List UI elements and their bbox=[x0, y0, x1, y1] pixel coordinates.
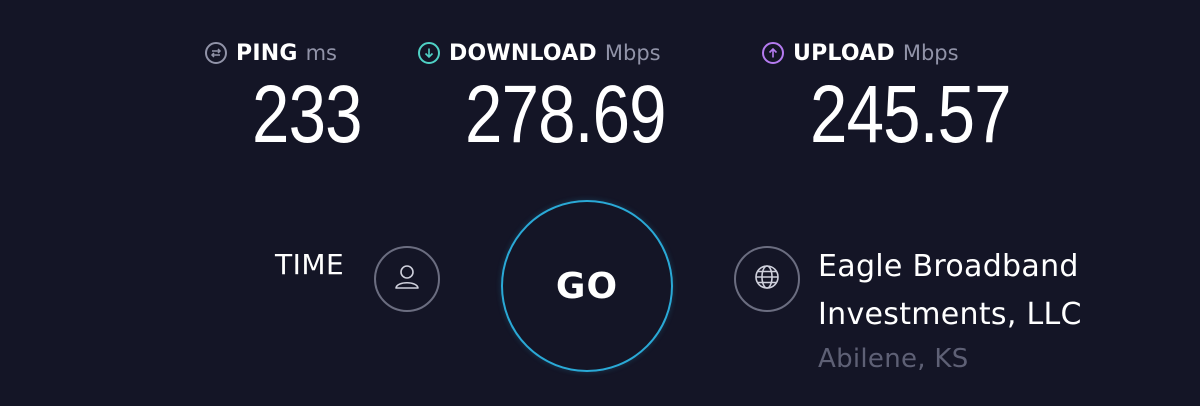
download-unit: Mbps bbox=[604, 41, 661, 65]
ping-label: PING bbox=[236, 40, 298, 66]
ping-icon bbox=[205, 42, 227, 64]
download-value: 278.69 bbox=[465, 69, 667, 160]
ping-value: 233 bbox=[252, 69, 363, 160]
server-button[interactable] bbox=[734, 246, 800, 312]
go-label: GO bbox=[555, 265, 619, 307]
download-label: DOWNLOAD bbox=[449, 40, 597, 66]
download-arrow-icon bbox=[418, 42, 440, 64]
ping-header: PING ms bbox=[205, 38, 337, 68]
isp-name[interactable]: Eagle Broadband Investments, LLC bbox=[818, 243, 1178, 339]
ping-unit: ms bbox=[305, 41, 337, 65]
server-location: Abilene, KS bbox=[818, 344, 969, 374]
user-icon bbox=[390, 260, 424, 298]
upload-unit: Mbps bbox=[902, 41, 959, 65]
user-button[interactable] bbox=[374, 246, 440, 312]
isp-name-line2: Investments, LLC bbox=[818, 297, 1082, 332]
upload-arrow-icon bbox=[762, 42, 784, 64]
time-label: TIME bbox=[275, 248, 345, 281]
upload-header: UPLOAD Mbps bbox=[762, 38, 959, 68]
download-header: DOWNLOAD Mbps bbox=[418, 38, 661, 68]
isp-name-line1: Eagle Broadband bbox=[818, 249, 1079, 284]
upload-value: 245.57 bbox=[810, 69, 1012, 160]
go-button[interactable]: GO bbox=[501, 200, 673, 372]
upload-label: UPLOAD bbox=[793, 40, 895, 66]
speedtest-panel: PING ms 233 DOWNLOAD Mbps 278.69 UPLOAD … bbox=[0, 0, 1200, 406]
globe-icon bbox=[750, 260, 784, 298]
